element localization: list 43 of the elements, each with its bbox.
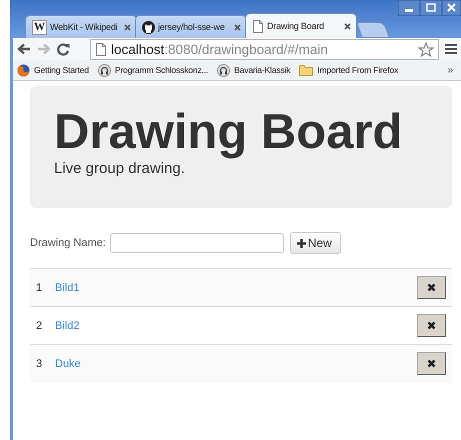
star-icon[interactable] (418, 42, 434, 56)
close-icon (427, 283, 436, 292)
browser-tab[interactable]: Drawing Board (245, 13, 357, 38)
delete-button[interactable] (417, 276, 446, 299)
row-number: 1 (36, 282, 44, 294)
reload-icon[interactable] (57, 42, 70, 56)
page-icon (252, 20, 264, 32)
url-text: localhost:8080/drawingboard/#/main (111, 42, 329, 56)
close-icon (427, 321, 436, 330)
page-title: Drawing Board (54, 106, 404, 158)
headphones-icon (98, 64, 111, 76)
browser-tab[interactable]: W WebKit - Wikipedi (25, 15, 137, 38)
field-label: Drawing Name: (30, 237, 106, 249)
close-button[interactable] (442, 0, 461, 16)
close-icon[interactable] (233, 22, 242, 32)
bookmark-item[interactable]: Getting Started (17, 64, 89, 76)
minimize-button[interactable] (398, 0, 420, 16)
bookmark-item[interactable]: Imported From Firefox (299, 64, 398, 76)
row-number: 3 (36, 358, 44, 370)
new-button[interactable]: New (290, 232, 341, 254)
close-icon (427, 359, 436, 368)
row-number: 2 (36, 320, 44, 332)
headphones-icon (217, 64, 230, 76)
globe-icon (17, 64, 30, 76)
favicon: W (32, 20, 47, 34)
bookmark-item[interactable]: Programm Schlosskonz... (98, 64, 208, 76)
delete-button[interactable] (417, 352, 446, 375)
page-icon (95, 42, 107, 56)
close-icon[interactable] (343, 22, 352, 30)
more-bookmarks-button[interactable]: » (448, 64, 457, 76)
delete-button[interactable] (417, 314, 446, 337)
folder-icon (299, 64, 314, 76)
maximize-button[interactable] (420, 0, 442, 16)
menu-icon[interactable] (445, 43, 457, 55)
plus-icon (296, 238, 306, 248)
close-icon[interactable] (123, 22, 132, 32)
address-field[interactable]: localhost:8080/drawingboard/#/main (90, 38, 439, 60)
back-icon[interactable] (17, 43, 31, 55)
drawing-name-field[interactable] (110, 233, 284, 253)
tagline: Live group drawing. (54, 160, 185, 177)
round-logo-icon (142, 20, 155, 34)
bookmark-item[interactable]: Bavaria-Klassik (217, 64, 290, 76)
browser-tab[interactable]: jersey/hol-sse-we (135, 15, 247, 38)
